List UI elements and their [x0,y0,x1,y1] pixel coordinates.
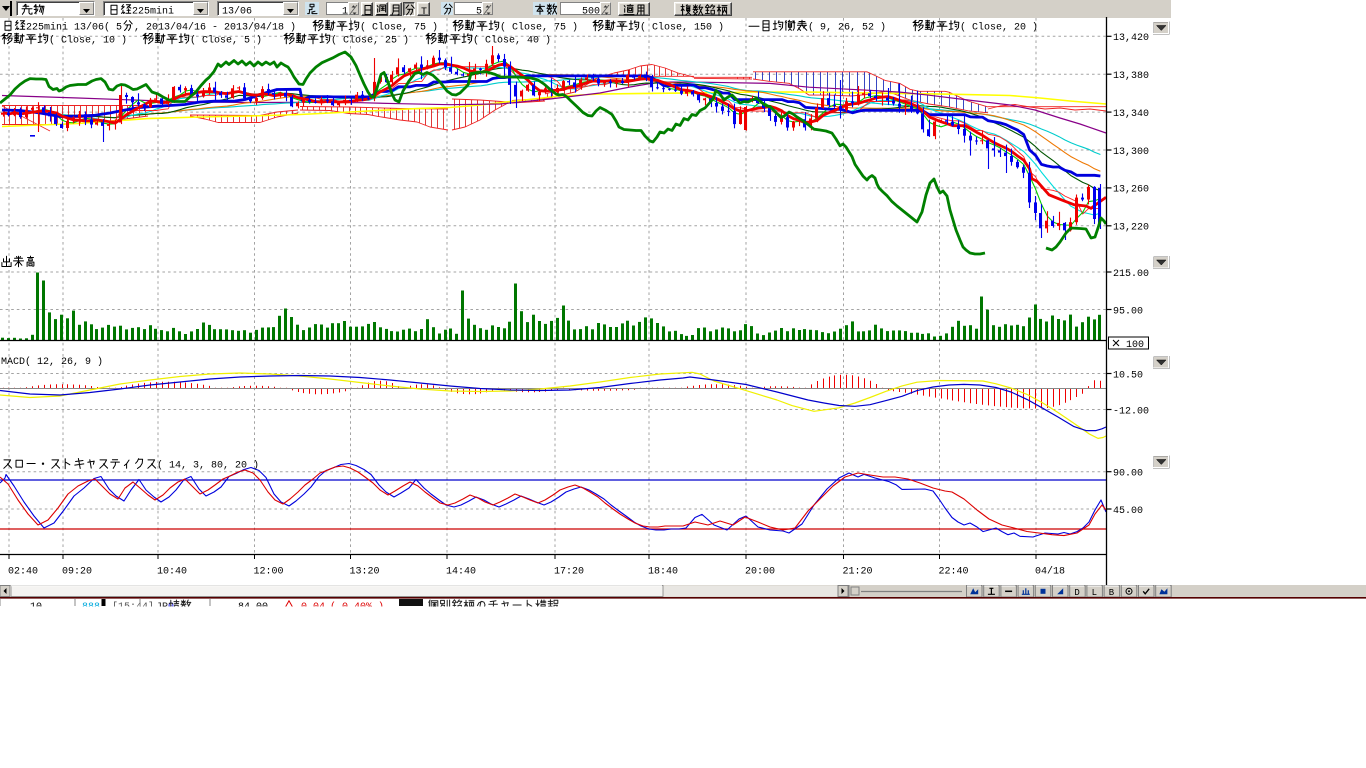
svg-text:13,420: 13,420 [1113,33,1149,44]
svg-text:17:20: 17:20 [554,567,584,578]
svg-text:02:40: 02:40 [8,567,38,578]
svg-text:, 2013/04/16 - 2013/04/18 ): , 2013/04/16 - 2013/04/18 ) [134,22,296,34]
svg-text:95.00: 95.00 [1113,306,1143,317]
svg-text:( Close, 20 ): ( Close, 20 ) [960,22,1038,34]
svg-text:13,260: 13,260 [1113,185,1149,196]
svg-text:( Close, 40 ): ( Close, 40 ) [473,35,551,47]
svg-text:13,220: 13,220 [1113,223,1149,234]
svg-text:09:20: 09:20 [62,567,92,578]
svg-text:10.50: 10.50 [1113,370,1143,381]
svg-text:( Close, 10 ): ( Close, 10 ) [49,35,127,47]
svg-text:( 14, 3, 80, 20 ): ( 14, 3, 80, 20 ) [157,460,259,472]
svg-text:14:40: 14:40 [446,567,476,578]
svg-text:-12.00: -12.00 [1113,406,1149,417]
svg-text:22:40: 22:40 [939,567,969,578]
svg-text:45.00: 45.00 [1113,506,1143,517]
svg-text:13,340: 13,340 [1113,109,1149,120]
svg-text:100: 100 [1126,340,1144,351]
svg-text:( Close, 150 ): ( Close, 150 ) [640,22,724,34]
svg-text:10:40: 10:40 [157,567,187,578]
svg-text:( 9, 26, 52 ): ( 9, 26, 52 ) [808,22,886,34]
svg-text:B: B [1109,588,1115,598]
svg-text:D: D [1074,588,1079,598]
svg-text:215.00: 215.00 [1113,269,1149,280]
svg-text:( Close, 25 ): ( Close, 25 ) [331,35,409,47]
svg-text:20:00: 20:00 [745,567,775,578]
svg-text:21:20: 21:20 [843,567,873,578]
svg-text:90.00: 90.00 [1113,469,1143,480]
svg-text:( Close, 5 ): ( Close, 5 ) [190,35,262,47]
svg-text:18:40: 18:40 [648,567,678,578]
svg-text:225mini 13/06( 5: 225mini 13/06( 5 [26,22,122,34]
svg-text:13:20: 13:20 [350,567,380,578]
svg-text:04/18: 04/18 [1035,566,1065,578]
svg-text:( Close, 75 ): ( Close, 75 ) [500,22,578,34]
svg-text:12:00: 12:00 [254,567,284,578]
svg-text:L: L [1092,588,1097,598]
svg-text:13,380: 13,380 [1113,71,1149,82]
svg-text:13,300: 13,300 [1113,147,1149,158]
svg-text:MACD( 12, 26, 9 ): MACD( 12, 26, 9 ) [1,356,103,368]
svg-text:( Close, 75 ): ( Close, 75 ) [360,22,438,34]
